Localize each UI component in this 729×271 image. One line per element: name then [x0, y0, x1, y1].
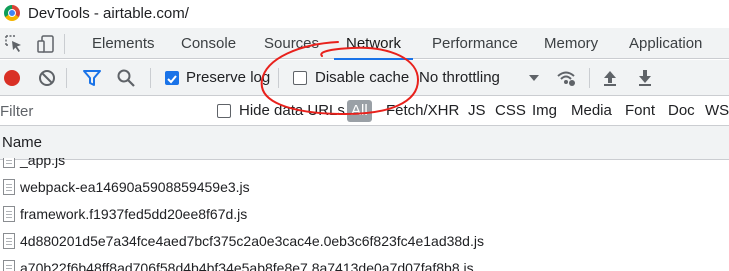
- table-row[interactable]: 4d880201d5e7a34fce4aed7bcf375c2a0e3cac4e…: [0, 229, 729, 255]
- tab-performance[interactable]: Performance: [432, 28, 518, 59]
- tab-application[interactable]: Application: [629, 28, 702, 59]
- filter-input[interactable]: [0, 99, 205, 123]
- request-name: framework.f1937fed5dd20ee8f67d.js: [20, 206, 248, 222]
- tab-sources[interactable]: Sources: [264, 28, 319, 59]
- tabs-divider: [64, 34, 65, 54]
- column-header-name[interactable]: Name: [2, 134, 42, 151]
- type-filter-font[interactable]: Font: [625, 100, 655, 122]
- type-filter-js[interactable]: JS: [468, 100, 486, 122]
- file-icon: [3, 158, 15, 168]
- tab-memory[interactable]: Memory: [544, 28, 598, 59]
- type-filter-fetch-xhr[interactable]: Fetch/XHR: [386, 100, 459, 122]
- filter-bar: Hide data URLs All Fetch/XHR JS CSS Img …: [0, 96, 729, 126]
- type-filter-css[interactable]: CSS: [495, 100, 526, 122]
- table-row[interactable]: a70b22f6b48ff8ad706f58d4b4bf34e5ab8fe8e7…: [0, 256, 729, 271]
- chrome-logo-icon: [4, 5, 20, 21]
- tab-network[interactable]: Network: [333, 28, 414, 60]
- file-icon: [3, 206, 15, 222]
- table-row[interactable]: framework.f1937fed5dd20ee8f67d.js: [0, 202, 729, 228]
- request-name: webpack-ea14690a5908859459e3.js: [20, 179, 250, 195]
- export-har-icon[interactable]: [635, 68, 655, 88]
- request-name: _app.js: [20, 158, 66, 168]
- devtools-tabs-bar: Elements Console Sources Network Perform…: [0, 28, 729, 60]
- table-row[interactable]: _app.js: [0, 158, 729, 174]
- disable-cache-label: Disable cache: [315, 69, 410, 86]
- type-filter-img[interactable]: Img: [532, 100, 557, 122]
- disable-cache-checkbox[interactable]: [293, 71, 307, 85]
- hide-data-urls-label: Hide data URLs: [239, 102, 345, 119]
- type-filter-media[interactable]: Media: [571, 100, 612, 122]
- import-har-icon[interactable]: [600, 68, 620, 88]
- network-conditions-icon[interactable]: [556, 68, 576, 88]
- device-toolbar-icon[interactable]: [36, 34, 56, 54]
- requests-table-header: Name: [0, 126, 729, 160]
- tab-elements[interactable]: Elements: [92, 28, 155, 59]
- type-filter-ws[interactable]: WS: [705, 100, 729, 122]
- clear-icon[interactable]: [37, 68, 57, 88]
- search-icon[interactable]: [116, 68, 136, 88]
- toolbar-divider: [589, 68, 590, 88]
- requests-table-body: _app.js webpack-ea14690a5908859459e3.js …: [0, 158, 729, 271]
- request-name: a70b22f6b48ff8ad706f58d4b4bf34e5ab8fe8e7…: [20, 260, 474, 271]
- window-titlebar: DevTools - airtable.com/: [0, 0, 729, 26]
- toolbar-divider: [66, 68, 67, 88]
- preserve-log-label: Preserve log: [186, 69, 271, 86]
- type-filter-all[interactable]: All: [347, 100, 372, 122]
- toolbar-divider: [150, 68, 151, 88]
- file-icon: [3, 179, 15, 195]
- hide-data-urls-checkbox[interactable]: [217, 104, 231, 118]
- preserve-log-checkbox[interactable]: [165, 71, 179, 85]
- tab-console[interactable]: Console: [181, 28, 236, 59]
- type-filter-doc[interactable]: Doc: [668, 100, 695, 122]
- inspect-element-icon[interactable]: [4, 34, 24, 54]
- throttling-select[interactable]: No throttling: [419, 69, 500, 86]
- toolbar-divider: [278, 68, 279, 88]
- check-icon: [167, 75, 177, 84]
- throttling-dropdown-icon[interactable]: [524, 68, 544, 88]
- network-toolbar: Preserve log Disable cache No throttling: [0, 60, 729, 96]
- table-row[interactable]: webpack-ea14690a5908859459e3.js: [0, 175, 729, 201]
- window-title: DevTools - airtable.com/: [28, 4, 189, 22]
- record-icon[interactable]: [2, 68, 22, 88]
- file-icon: [3, 260, 15, 271]
- request-name: 4d880201d5e7a34fce4aed7bcf375c2a0e3cac4e…: [20, 233, 484, 249]
- filter-icon[interactable]: [82, 68, 102, 88]
- file-icon: [3, 233, 15, 249]
